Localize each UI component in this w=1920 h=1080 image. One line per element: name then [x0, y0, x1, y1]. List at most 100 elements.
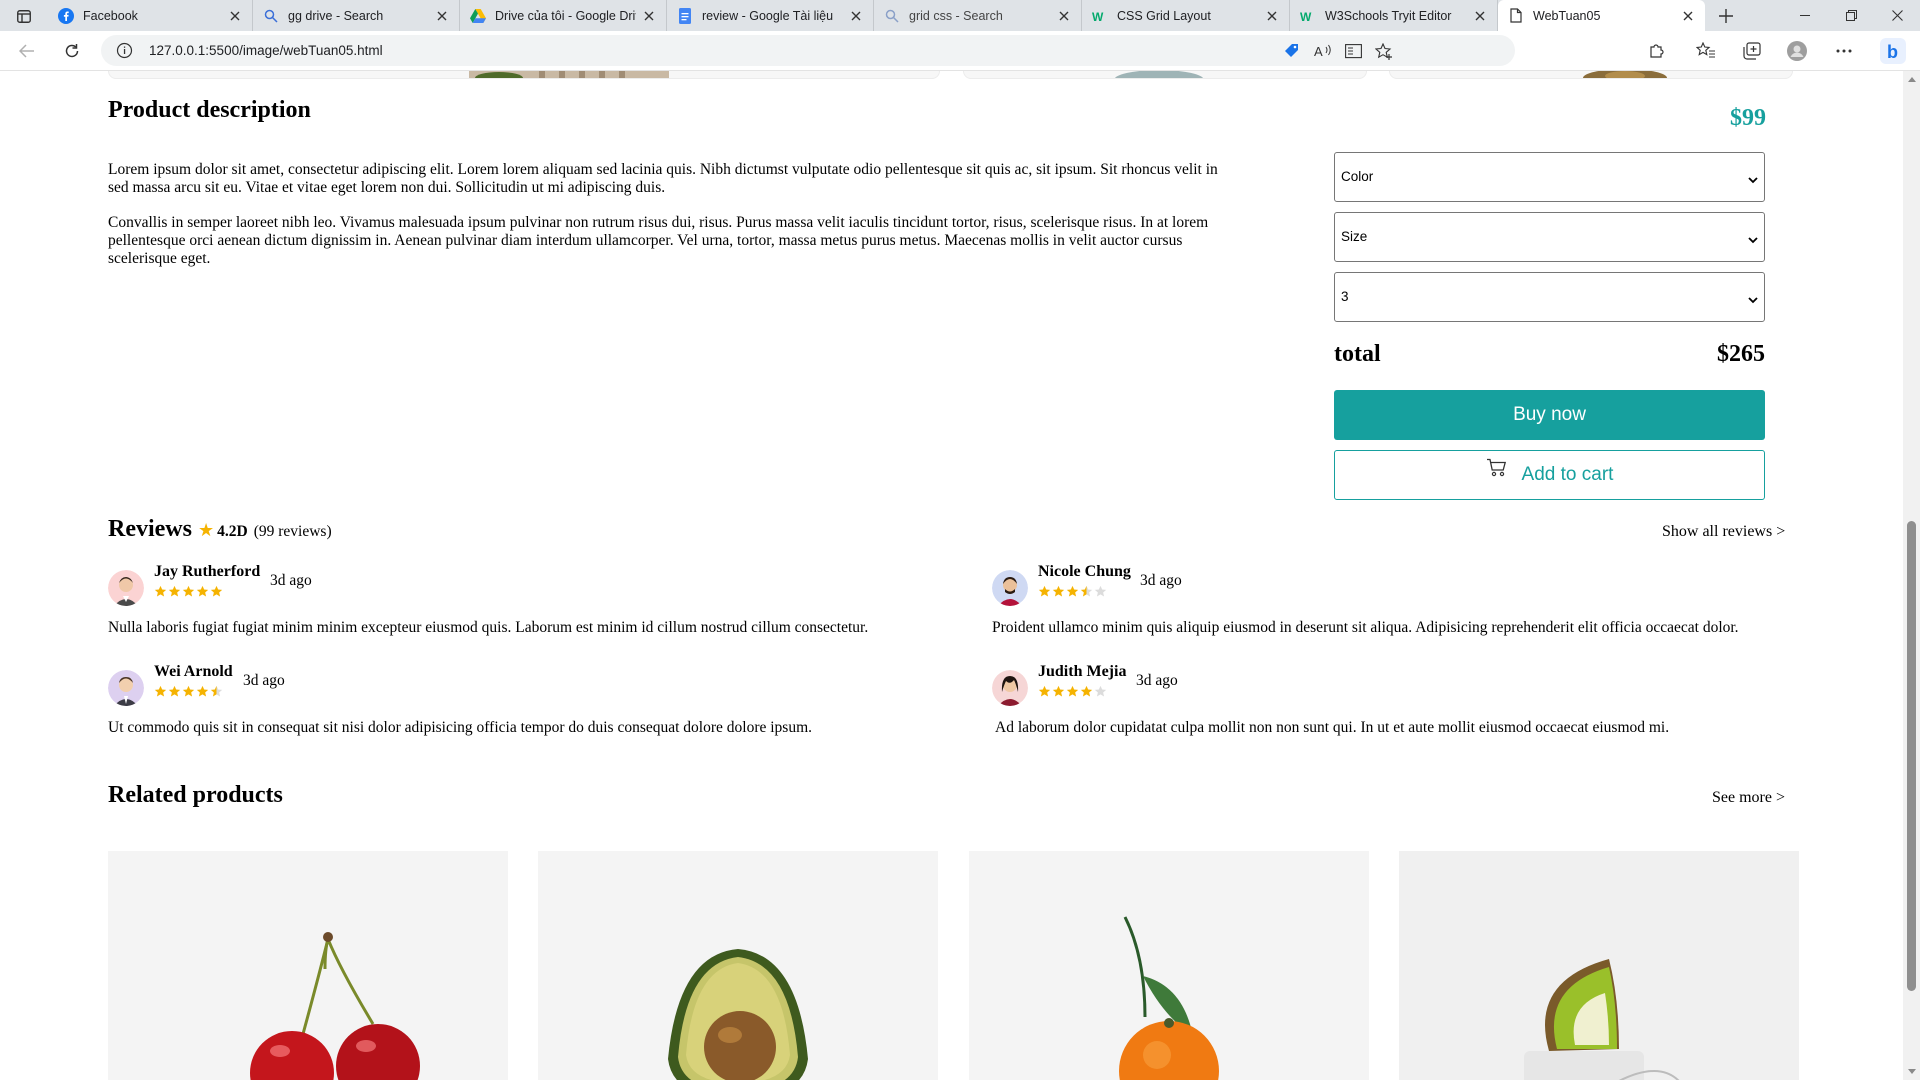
quantity-select[interactable]: 3 [1334, 272, 1765, 322]
star-icon [1094, 685, 1107, 703]
star-icon [168, 685, 181, 703]
star-icon [210, 685, 223, 703]
tab-label: WebTuan05 [1533, 8, 1601, 23]
tab-actions-icon[interactable] [12, 7, 36, 25]
description-paragraph: Convallis in semper laoreet nibh leo. Vi… [108, 214, 1209, 267]
svg-text:A: A [1314, 44, 1323, 59]
tab-facebook[interactable]: Facebook [48, 0, 253, 31]
add-to-cart-button[interactable]: Add to cart [1334, 450, 1765, 500]
product-card-orange[interactable] [969, 851, 1369, 1080]
vertical-scrollbar[interactable] [1903, 71, 1920, 1080]
scroll-up-icon[interactable] [1908, 77, 1916, 82]
reviews-header: Reviews ★ 4.2D (99 reviews) [108, 516, 332, 543]
tab-w3schools-tryit[interactable]: W W3Schools Tryit Editor [1290, 0, 1498, 31]
tab-gg-drive-search[interactable]: gg drive - Search [253, 0, 460, 31]
bing-copilot-icon[interactable]: b [1880, 38, 1906, 64]
product-card-cherry[interactable] [108, 851, 508, 1080]
product-card-kiwi[interactable] [1399, 851, 1799, 1080]
page-viewport: Product description $99 Lorem ipsum dolo… [0, 71, 1903, 1080]
rating-stars [154, 685, 223, 703]
color-select[interactable]: Color [1334, 152, 1765, 202]
size-select[interactable]: Size [1334, 212, 1765, 262]
review-time: 3d ago [1140, 572, 1182, 589]
page-icon [1508, 8, 1524, 24]
info-icon[interactable] [116, 42, 133, 59]
restore-icon[interactable] [1828, 0, 1874, 31]
star-icon [154, 585, 167, 603]
product-card-avocado[interactable] [538, 851, 938, 1080]
quantity-select-value: 3 [1341, 289, 1349, 304]
product-price: $99 [1730, 105, 1766, 131]
avatar [992, 670, 1028, 706]
chevron-down-icon [1748, 172, 1758, 187]
close-icon[interactable] [435, 9, 449, 23]
buy-now-button[interactable]: Buy now [1334, 390, 1765, 440]
tab-label: Drive của tôi - Google Drive [495, 8, 636, 23]
star-icon [1080, 585, 1093, 603]
immersive-reader-icon[interactable] [1344, 42, 1362, 60]
svg-text:W: W [1300, 10, 1312, 22]
facebook-icon [58, 7, 74, 24]
tab-webtuan05[interactable]: WebTuan05 [1498, 0, 1705, 31]
tab-label: W3Schools Tryit Editor [1325, 8, 1452, 23]
gallery-image-3 [1389, 71, 1793, 79]
google-docs-icon [677, 7, 693, 24]
w3schools-icon: W [1300, 8, 1316, 24]
tab-grid-css-search[interactable]: grid css - Search [874, 0, 1082, 31]
gallery-image-2 [963, 71, 1367, 79]
reviewer-name: Nicole Chung [1038, 563, 1131, 580]
read-aloud-icon[interactable]: A [1314, 42, 1332, 60]
svg-text:W: W [1092, 10, 1104, 22]
profile-avatar[interactable] [1787, 41, 1807, 61]
refresh-icon[interactable] [58, 37, 86, 65]
review-text: Ut commodo quis sit in consequat sit nis… [108, 719, 813, 736]
scrollbar-thumb[interactable] [1907, 521, 1916, 991]
url-field[interactable]: 127.0.0.1:5500/image/webTuan05.html A [101, 35, 1515, 66]
close-icon[interactable] [1681, 9, 1695, 23]
chevron-down-icon [1748, 292, 1758, 307]
url-text: 127.0.0.1:5500/image/webTuan05.html [149, 43, 383, 58]
review-text: Nulla laboris fugiat fugiat minim minim … [108, 619, 869, 636]
favorites-icon[interactable] [1696, 41, 1716, 61]
rating-stars [1038, 685, 1107, 703]
reviews-title: Reviews [108, 516, 192, 542]
chevron-down-icon [1748, 232, 1758, 247]
color-select-value: Color [1341, 169, 1374, 184]
close-icon[interactable] [1265, 9, 1279, 23]
search-icon [884, 8, 900, 24]
back-icon[interactable] [13, 37, 41, 65]
avatar [992, 570, 1028, 606]
close-icon[interactable] [1057, 9, 1071, 23]
tab-google-docs[interactable]: review - Google Tài liệu [667, 0, 874, 31]
close-icon[interactable] [1473, 9, 1487, 23]
description-paragraph: Lorem ipsum dolor sit amet, consectetur … [108, 161, 1218, 196]
close-window-icon[interactable] [1874, 0, 1920, 31]
close-icon[interactable] [849, 9, 863, 23]
total-value: $265 [1717, 341, 1765, 367]
minimize-icon[interactable] [1782, 0, 1828, 31]
star-icon [210, 585, 223, 603]
review-time: 3d ago [243, 672, 285, 689]
more-menu-icon[interactable] [1834, 41, 1854, 61]
add-to-cart-label: Add to cart [1521, 464, 1614, 485]
tab-google-drive[interactable]: Drive của tôi - Google Drive [460, 0, 667, 31]
avatar [108, 670, 144, 706]
close-icon[interactable] [642, 9, 656, 23]
see-more-link[interactable]: See more > [1712, 789, 1785, 807]
shopping-tag-icon[interactable] [1283, 42, 1301, 60]
star-icon [1094, 585, 1107, 603]
show-all-reviews-link[interactable]: Show all reviews > [1662, 523, 1785, 541]
new-tab-icon[interactable] [1714, 4, 1738, 28]
review-time: 3d ago [270, 572, 312, 589]
favorite-add-icon[interactable] [1375, 42, 1393, 60]
collections-icon[interactable] [1742, 41, 1762, 61]
star-icon [1066, 685, 1079, 703]
product-description-title: Product description [108, 97, 311, 123]
scroll-down-icon[interactable] [1908, 1069, 1916, 1074]
avatar [108, 570, 144, 606]
extensions-icon[interactable] [1647, 41, 1667, 61]
tab-label: grid css - Search [909, 8, 1003, 23]
star-icon [1080, 685, 1093, 703]
close-icon[interactable] [228, 9, 242, 23]
tab-css-grid-layout[interactable]: W CSS Grid Layout [1082, 0, 1290, 31]
